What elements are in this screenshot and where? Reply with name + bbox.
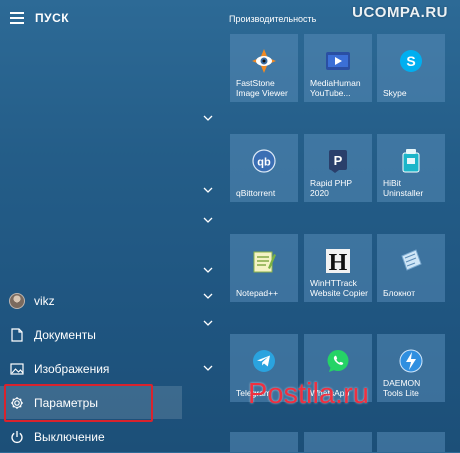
watermark-top: UCOMPA.RU [352, 4, 448, 21]
mediahuman-icon [326, 52, 350, 70]
nav-user[interactable]: vikz [0, 284, 182, 317]
tile-faststone-label: FastStone Image Viewer [236, 78, 288, 98]
avatar [9, 292, 25, 309]
qbittorrent-icon: qb [252, 149, 276, 173]
chevron-down-icon[interactable] [203, 186, 213, 194]
telegram-icon [253, 350, 275, 372]
chevron-down-icon[interactable] [203, 292, 213, 300]
svg-text:S: S [406, 53, 415, 69]
tile-winhttrack[interactable]: H WinHTTrack Website Copier [304, 234, 372, 302]
tile-mediahuman-label: MediaHuman YouTube... [310, 78, 361, 98]
rapid-php-icon: P [329, 150, 347, 173]
pictures-icon [10, 362, 24, 375]
tile-partial[interactable] [377, 432, 445, 452]
chevron-down-icon[interactable] [203, 364, 213, 372]
power-icon [11, 430, 23, 443]
winhttrack-icon: H [326, 249, 350, 274]
tile-notepadpp[interactable]: Notepad++ [230, 234, 298, 302]
chevron-down-icon[interactable] [203, 319, 213, 327]
chevron-down-icon[interactable] [203, 216, 213, 224]
nav-documents-label: Документы [34, 327, 96, 342]
tile-winhttrack-label: WinHTTrack Website Copier [310, 278, 368, 298]
nav-documents[interactable]: Документы [0, 318, 182, 351]
notepad-icon [401, 249, 422, 271]
settings-highlight-frame [4, 384, 153, 422]
tile-skype[interactable]: S Skype [377, 34, 445, 102]
chevron-down-icon[interactable] [203, 114, 213, 122]
document-icon [11, 327, 23, 342]
svg-text:qb: qb [257, 157, 271, 169]
tile-skype-label: Skype [383, 88, 407, 98]
daemon-tools-icon [399, 349, 423, 373]
tile-hibit[interactable]: HiBit Uninstaller [377, 134, 445, 202]
tile-faststone[interactable]: FastStone Image Viewer [230, 34, 298, 102]
tile-notepad-label: Блокнот [383, 288, 416, 298]
chevron-down-icon[interactable] [203, 266, 213, 274]
tile-rapid-php-label: Rapid PHP 2020 [310, 178, 352, 198]
nav-pictures[interactable]: Изображения [0, 352, 182, 385]
svg-text:H: H [329, 250, 348, 274]
skype-icon: S [400, 50, 422, 72]
nav-user-label: vikz [34, 293, 55, 308]
menu-hamburger-icon[interactable] [10, 12, 24, 24]
whatsapp-icon [327, 350, 349, 372]
tile-notepad[interactable]: Блокнот [377, 234, 445, 302]
nav-power[interactable]: Выключение [0, 420, 182, 453]
notepadpp-icon [253, 251, 276, 273]
svg-text:P: P [334, 153, 343, 168]
nav-power-label: Выключение [34, 429, 105, 444]
faststone-icon [252, 49, 276, 73]
watermark-bottom: Postila.ru [248, 378, 369, 410]
tile-partial[interactable] [230, 432, 298, 452]
tile-rapid-php[interactable]: P Rapid PHP 2020 [304, 134, 372, 202]
hibit-icon [402, 149, 420, 173]
tile-qbittorrent[interactable]: qb qBittorrent [230, 134, 298, 202]
start-title: ПУСК [35, 11, 70, 25]
tile-notepadpp-label: Notepad++ [236, 288, 279, 298]
tile-mediahuman[interactable]: MediaHuman YouTube... [304, 34, 372, 102]
tile-hibit-label: HiBit Uninstaller [383, 178, 424, 198]
nav-pictures-label: Изображения [34, 361, 110, 376]
tile-partial[interactable] [304, 432, 372, 452]
tile-qbittorrent-label: qBittorrent [236, 188, 276, 198]
